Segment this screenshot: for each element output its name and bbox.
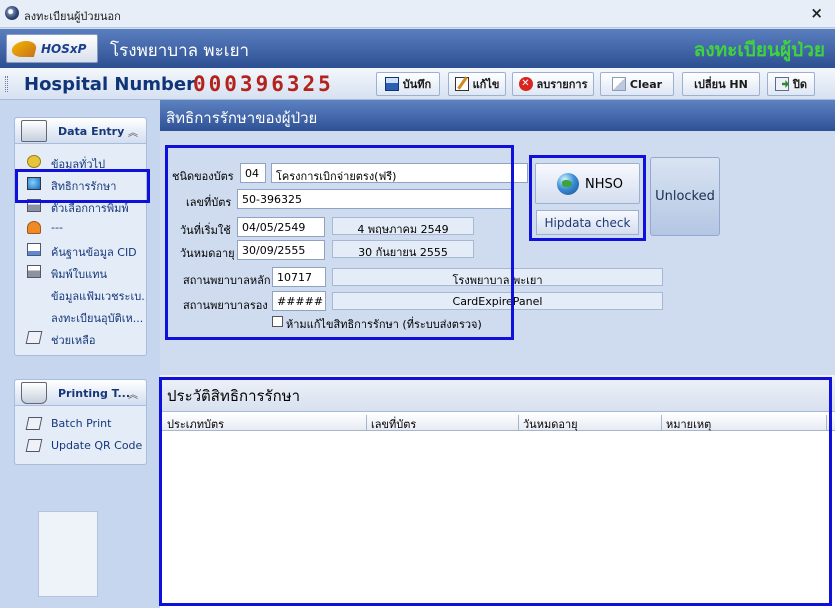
save-button[interactable]: บันทึก: [376, 72, 440, 96]
edit-icon: [454, 77, 469, 91]
change-hn-button[interactable]: เปลี่ยน HN: [682, 72, 760, 96]
sidebar-item-label: ข้อมูลแฟ้มเวชระเบ...: [51, 290, 146, 303]
exit-icon: [774, 77, 789, 91]
hosxp-logo: HOSxP: [6, 34, 98, 63]
highlight-box: [159, 377, 832, 606]
logo-text: HOSxP: [41, 42, 87, 56]
info-icon: [27, 155, 41, 168]
clear-icon: [611, 77, 626, 91]
delete-button-label: ลบรายการ: [536, 78, 588, 91]
user-card-icon: [21, 120, 47, 142]
chevron-up-icon[interactable]: ︽: [128, 386, 138, 401]
card-icon: [25, 417, 43, 430]
sidebar-item-label: ลงทะเบียนอุบัติเห...: [51, 312, 144, 325]
data-entry-header[interactable]: Data Entry ︽: [15, 118, 146, 144]
sidebar-item-label: พิมพ์ใบแทน: [51, 268, 107, 281]
sidebar-item-batch-print[interactable]: Batch Print: [15, 413, 146, 435]
change-hn-button-label: เปลี่ยน HN: [694, 78, 748, 91]
page-title: ลงทะเบียนผู้ป่วย: [693, 39, 825, 61]
save-button-label: บันทึก: [402, 78, 432, 91]
highlight-box: [15, 169, 150, 203]
data-entry-group: Data Entry ︽ ข้อมูลทั่วไป สิทธิการรักษา …: [14, 117, 147, 356]
save-icon: [384, 77, 399, 91]
printing-group: Printing T... ︽ Batch Print Update QR Co…: [14, 379, 147, 465]
sidebar-item-label: Batch Print: [51, 417, 112, 430]
users-icon: [27, 221, 41, 234]
print-icon: [27, 265, 41, 278]
hospital-name: โรงพยาบาล พะเยา: [110, 41, 250, 61]
delete-icon: ✕: [518, 77, 533, 91]
delete-button[interactable]: ✕ ลบรายการ: [512, 72, 594, 96]
sidebar-item-reprint[interactable]: พิมพ์ใบแทน: [15, 261, 146, 283]
sidebar-item-accident-register[interactable]: ลงทะเบียนอุบัติเห...: [15, 305, 146, 327]
sidebar-item-separator[interactable]: ---: [15, 217, 146, 239]
card-icon: [25, 331, 43, 344]
content-title: สิทธิการรักษาของผู้ป่วย: [166, 109, 318, 127]
toolbar: Hospital Number 000396325 บันทึก แก้ไข ✕…: [0, 68, 835, 100]
chevron-up-icon[interactable]: ︽: [128, 124, 138, 139]
sidebar-item-label: ช่วยเหลือ: [51, 334, 96, 347]
clear-button[interactable]: Clear: [600, 72, 674, 96]
hn-value: 000396325: [193, 72, 334, 96]
close-icon[interactable]: ×: [810, 4, 823, 22]
printing-title: Printing T...: [58, 387, 131, 400]
window-title: ลงทะเบียนผู้ป่วยนอก: [24, 10, 121, 23]
logo-swoosh-icon: [9, 41, 39, 57]
sidebar-item-help[interactable]: ช่วยเหลือ: [15, 327, 146, 349]
exit-button-label: ปิด: [792, 78, 808, 91]
card-icon: [25, 439, 43, 452]
exit-button[interactable]: ปิด: [767, 72, 815, 96]
clear-button-label: Clear: [629, 77, 663, 91]
sidebar-item-cid-search[interactable]: ค้นฐานข้อมูล CID: [15, 239, 146, 261]
sidebar-item-label: ค้นฐานข้อมูล CID: [51, 246, 137, 259]
highlight-box: [529, 155, 646, 241]
sidebar-item-label: ---: [51, 221, 63, 234]
printer-icon: [21, 382, 47, 404]
sidebar-item-medical-records[interactable]: ข้อมูลแฟ้มเวชระเบ...: [15, 283, 146, 305]
patient-photo-placeholder: [38, 511, 98, 597]
window-titlebar: ลงทะเบียนผู้ป่วยนอก ×: [0, 0, 835, 28]
data-entry-title: Data Entry: [58, 125, 125, 138]
printing-header[interactable]: Printing T... ︽: [15, 380, 146, 406]
toolbar-grip[interactable]: [5, 76, 8, 92]
doc-icon: [27, 243, 41, 256]
unlock-button[interactable]: Unlocked: [650, 157, 720, 236]
app-icon: [5, 6, 19, 20]
highlight-box: [165, 145, 514, 340]
sidebar-item-update-qr[interactable]: Update QR Code: [15, 435, 146, 457]
sidebar-item-label: Update QR Code: [51, 439, 143, 452]
edit-button[interactable]: แก้ไข: [448, 72, 506, 96]
hn-label: Hospital Number: [24, 74, 195, 95]
header-banner: HOSxP โรงพยาบาล พะเยา ลงทะเบียนผู้ป่วย: [0, 29, 835, 68]
edit-button-label: แก้ไข: [472, 78, 500, 91]
content-titlebar: สิทธิการรักษาของผู้ป่วย: [160, 100, 835, 131]
